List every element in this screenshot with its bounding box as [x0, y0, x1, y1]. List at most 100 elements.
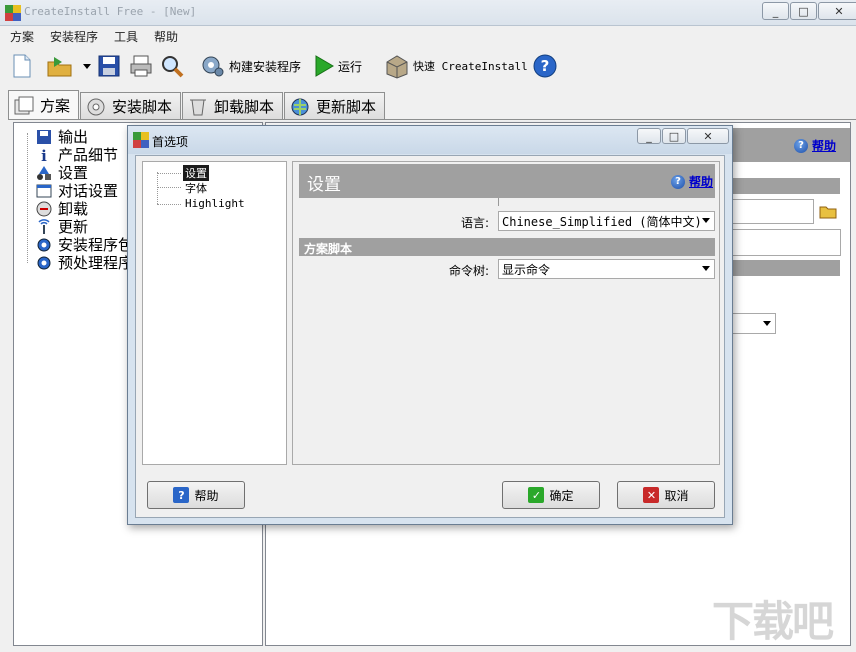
tab-scheme[interactable]: 方案	[8, 90, 79, 120]
new-button[interactable]	[12, 52, 32, 80]
app-icon	[5, 5, 21, 21]
tab-scheme-label: 方案	[40, 95, 70, 116]
help-question-icon: ?	[671, 175, 685, 189]
preferences-header-title: 设置	[307, 170, 341, 195]
dialog-help-label: 帮助	[194, 487, 218, 504]
save-disk-icon	[98, 54, 120, 78]
tree-item-label: 预处理程序	[58, 252, 133, 273]
tree-connector	[157, 173, 181, 174]
details-text-input[interactable]	[732, 229, 841, 256]
details-help-link[interactable]: ? 帮助	[794, 137, 836, 154]
language-select[interactable]: Chinese_Simplified (简体中文)	[498, 211, 715, 231]
details-path-input[interactable]	[732, 199, 814, 224]
language-label: 语言:	[413, 214, 489, 231]
cancel-label: 取消	[664, 487, 688, 504]
window-title: CreateInstall Free - [New]	[24, 5, 196, 18]
tab-update-script[interactable]: 更新脚本	[284, 92, 385, 120]
tree-item-preprocessor[interactable]: 预处理程序	[36, 252, 133, 273]
ok-button[interactable]: ✓ 确定	[502, 481, 600, 509]
dialog-window-icon	[36, 183, 52, 199]
dialog-minimize-button[interactable]: _	[637, 128, 661, 144]
details-select[interactable]	[732, 313, 776, 334]
help-question-icon: ?	[794, 139, 808, 153]
gear-build-icon	[200, 54, 226, 78]
save-disk-icon	[36, 129, 52, 145]
run-button[interactable]: 运行	[313, 52, 362, 80]
dropdown-arrow-icon	[82, 54, 92, 78]
uninstall-script-tab-icon	[187, 97, 209, 117]
run-label: 运行	[338, 58, 362, 75]
menu-tools[interactable]: 工具	[104, 26, 144, 46]
watermark-logo: 下载吧	[712, 588, 832, 649]
scheme-tab-icon	[13, 96, 35, 116]
tab-install-script-label: 安装脚本	[112, 96, 172, 117]
quick-createinstall-button[interactable]: 快速 CreateInstall	[384, 52, 528, 80]
gear-icon	[36, 255, 52, 271]
section-title: 方案脚本	[304, 240, 352, 257]
chevron-down-icon	[702, 266, 710, 271]
minimize-button[interactable]: _	[762, 2, 789, 20]
toolbar-help-button[interactable]: ?	[533, 52, 557, 80]
maximize-button[interactable]: □	[790, 2, 817, 20]
tab-install-script[interactable]: 安装脚本	[80, 92, 181, 120]
chevron-down-icon	[702, 218, 710, 223]
open-button[interactable]	[46, 52, 74, 80]
antenna-icon	[36, 219, 52, 235]
build-installer-button[interactable]: 构建安装程序	[200, 52, 301, 80]
dialog-title-bar: 首选项 _ □ ✕	[128, 126, 732, 154]
open-dropdown[interactable]	[82, 52, 92, 80]
close-button[interactable]: ✕	[818, 2, 856, 20]
cancel-button[interactable]: ✕ 取消	[617, 481, 715, 509]
update-script-tab-icon	[289, 97, 311, 117]
magnifier-icon	[160, 54, 186, 78]
dialog-close-button[interactable]: ✕	[687, 128, 729, 144]
uninstall-icon	[36, 201, 52, 217]
build-installer-label: 构建安装程序	[229, 58, 301, 75]
svg-text:?: ?	[541, 57, 550, 75]
command-tree-select[interactable]: 显示命令	[498, 259, 715, 279]
menu-scheme[interactable]: 方案	[0, 26, 40, 46]
details-section-bar-2	[732, 260, 840, 276]
pref-tree-settings[interactable]: 设置	[183, 165, 209, 181]
search-button[interactable]	[160, 52, 186, 80]
help-question-icon: ?	[533, 54, 557, 78]
details-header: ? 帮助	[732, 128, 850, 162]
details-help-label: 帮助	[812, 137, 836, 154]
details-section-bar	[732, 178, 840, 194]
dialog-help-button[interactable]: ? 帮助	[147, 481, 245, 509]
shapes-icon	[36, 165, 52, 181]
play-icon	[313, 54, 335, 78]
menu-installer[interactable]: 安装程序	[40, 26, 104, 46]
menu-help[interactable]: 帮助	[144, 26, 184, 46]
open-folder-icon	[46, 54, 74, 78]
preferences-help-label: 帮助	[689, 173, 713, 190]
tree-connector	[157, 172, 158, 204]
tab-divider	[8, 119, 856, 120]
preferences-help-link[interactable]: ? 帮助	[671, 173, 713, 190]
preferences-tree: 设置 字体 Highlight	[142, 161, 287, 465]
toolbar: 构建安装程序 运行 快速 CreateInstall ?	[0, 48, 856, 84]
main-title-bar: CreateInstall Free - [New] _ □ ✕	[0, 0, 856, 26]
pref-tree-font[interactable]: 字体	[185, 180, 207, 196]
new-file-icon	[12, 54, 32, 78]
tree-connector	[157, 187, 181, 188]
save-button[interactable]	[98, 52, 120, 80]
pref-tree-highlight[interactable]: Highlight	[185, 197, 245, 210]
app-icon	[133, 132, 149, 148]
folder-icon	[819, 204, 837, 219]
scheme-script-section: 方案脚本	[299, 238, 715, 256]
menu-bar: 方案 安装程序 工具 帮助	[0, 26, 856, 46]
ok-label: 确定	[549, 487, 573, 504]
printer-icon	[130, 54, 152, 78]
install-script-tab-icon	[85, 97, 107, 117]
print-button[interactable]	[130, 52, 152, 80]
preferences-content: 设置 ? 帮助 语言: Chinese_Simplified (简体中文) 方案…	[292, 161, 720, 465]
checkmark-icon: ✓	[528, 487, 544, 503]
browse-folder-button[interactable]	[819, 204, 837, 222]
tab-uninstall-script[interactable]: 卸载脚本	[182, 92, 283, 120]
dialog-maximize-button[interactable]: □	[662, 128, 686, 144]
command-tree-value: 显示命令	[502, 261, 550, 278]
dialog-title: 首选项	[152, 133, 188, 150]
chevron-down-icon	[763, 321, 771, 327]
splitter-mark	[498, 198, 499, 206]
